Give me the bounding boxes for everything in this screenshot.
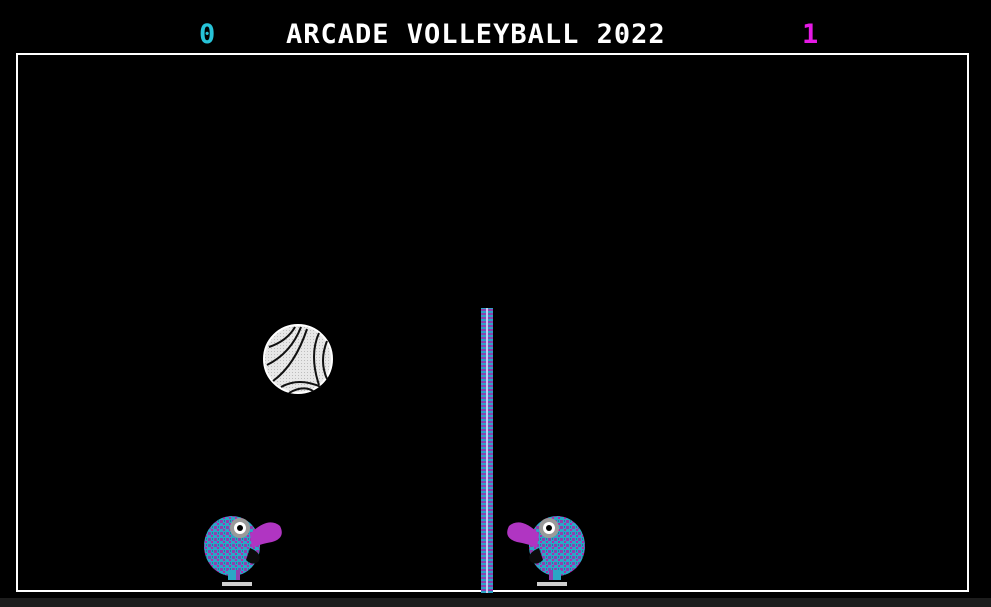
left-player-icon (204, 516, 282, 586)
window-bottom-edge (0, 598, 991, 607)
left-score: 0 (199, 19, 216, 50)
right-player-icon (507, 516, 585, 586)
game-screen[interactable]: 0 ARCADE VOLLEYBALL 2022 1 (0, 0, 991, 607)
hud: 0 ARCADE VOLLEYBALL 2022 1 (0, 18, 991, 52)
right-score: 1 (802, 19, 819, 50)
game-title: ARCADE VOLLEYBALL 2022 (286, 19, 666, 50)
volleyball-icon (263, 324, 333, 394)
net (481, 308, 493, 593)
